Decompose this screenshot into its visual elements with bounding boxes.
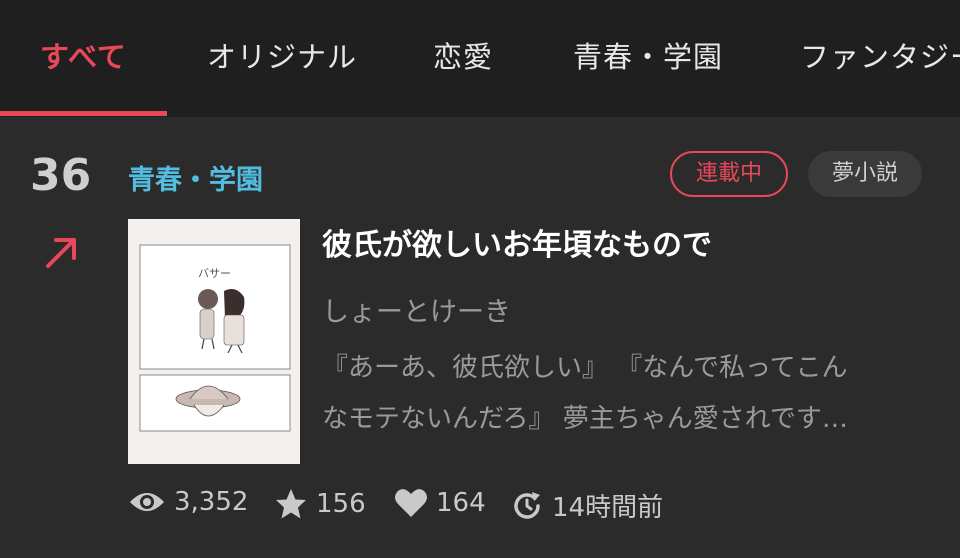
views-count: 3,352 [174, 487, 249, 517]
status-badge: 連載中 [670, 151, 788, 197]
thumbnail-sfx-text: バサー [198, 267, 231, 280]
genre-label[interactable]: 青春・学園 [128, 158, 263, 197]
work-description: 『あーあ、彼氏欲しい』 『なんで私ってこん なモテないんだろ』 夢主ちゃん愛され… [322, 343, 922, 445]
cover-illustration: バサー [139, 244, 291, 432]
tab-romance[interactable]: 恋愛 [433, 34, 493, 76]
views-stat: 3,352 [128, 487, 248, 517]
work-title[interactable]: 彼氏が欲しいお年頃なもので [322, 220, 712, 264]
rank-number: 36 [30, 150, 92, 201]
heart-icon [395, 489, 427, 517]
cover-thumbnail[interactable]: バサー [128, 219, 300, 464]
category-tab-bar: すべて オリジナル 恋愛 青春・学園 ファンタジー [0, 0, 960, 117]
active-tab-indicator [0, 111, 167, 116]
updated-stat: 14時間前 [510, 487, 663, 524]
description-line: 『あーあ、彼氏欲しい』 『なんで私ってこん [322, 353, 848, 383]
likes-count: 164 [436, 488, 486, 518]
description-line: なモテないんだろ』 夢主ちゃん愛されです… [322, 404, 848, 434]
author-name[interactable]: しょーとけーき [322, 290, 511, 329]
type-badge: 夢小説 [808, 151, 922, 197]
stars-count: 156 [316, 489, 366, 519]
star-icon [276, 489, 306, 519]
tab-original[interactable]: オリジナル [207, 34, 357, 76]
likes-stat: 164 [394, 487, 486, 519]
tab-all[interactable]: すべて [40, 34, 127, 76]
refresh-clock-icon [514, 491, 540, 519]
tab-fantasy[interactable]: ファンタジー [800, 34, 960, 76]
stars-stat: 156 [274, 487, 366, 521]
eye-icon [130, 493, 164, 511]
tab-youth-school[interactable]: 青春・学園 [573, 34, 723, 76]
arrow-up-right-icon [46, 238, 76, 268]
updated-time: 14時間前 [552, 493, 664, 523]
